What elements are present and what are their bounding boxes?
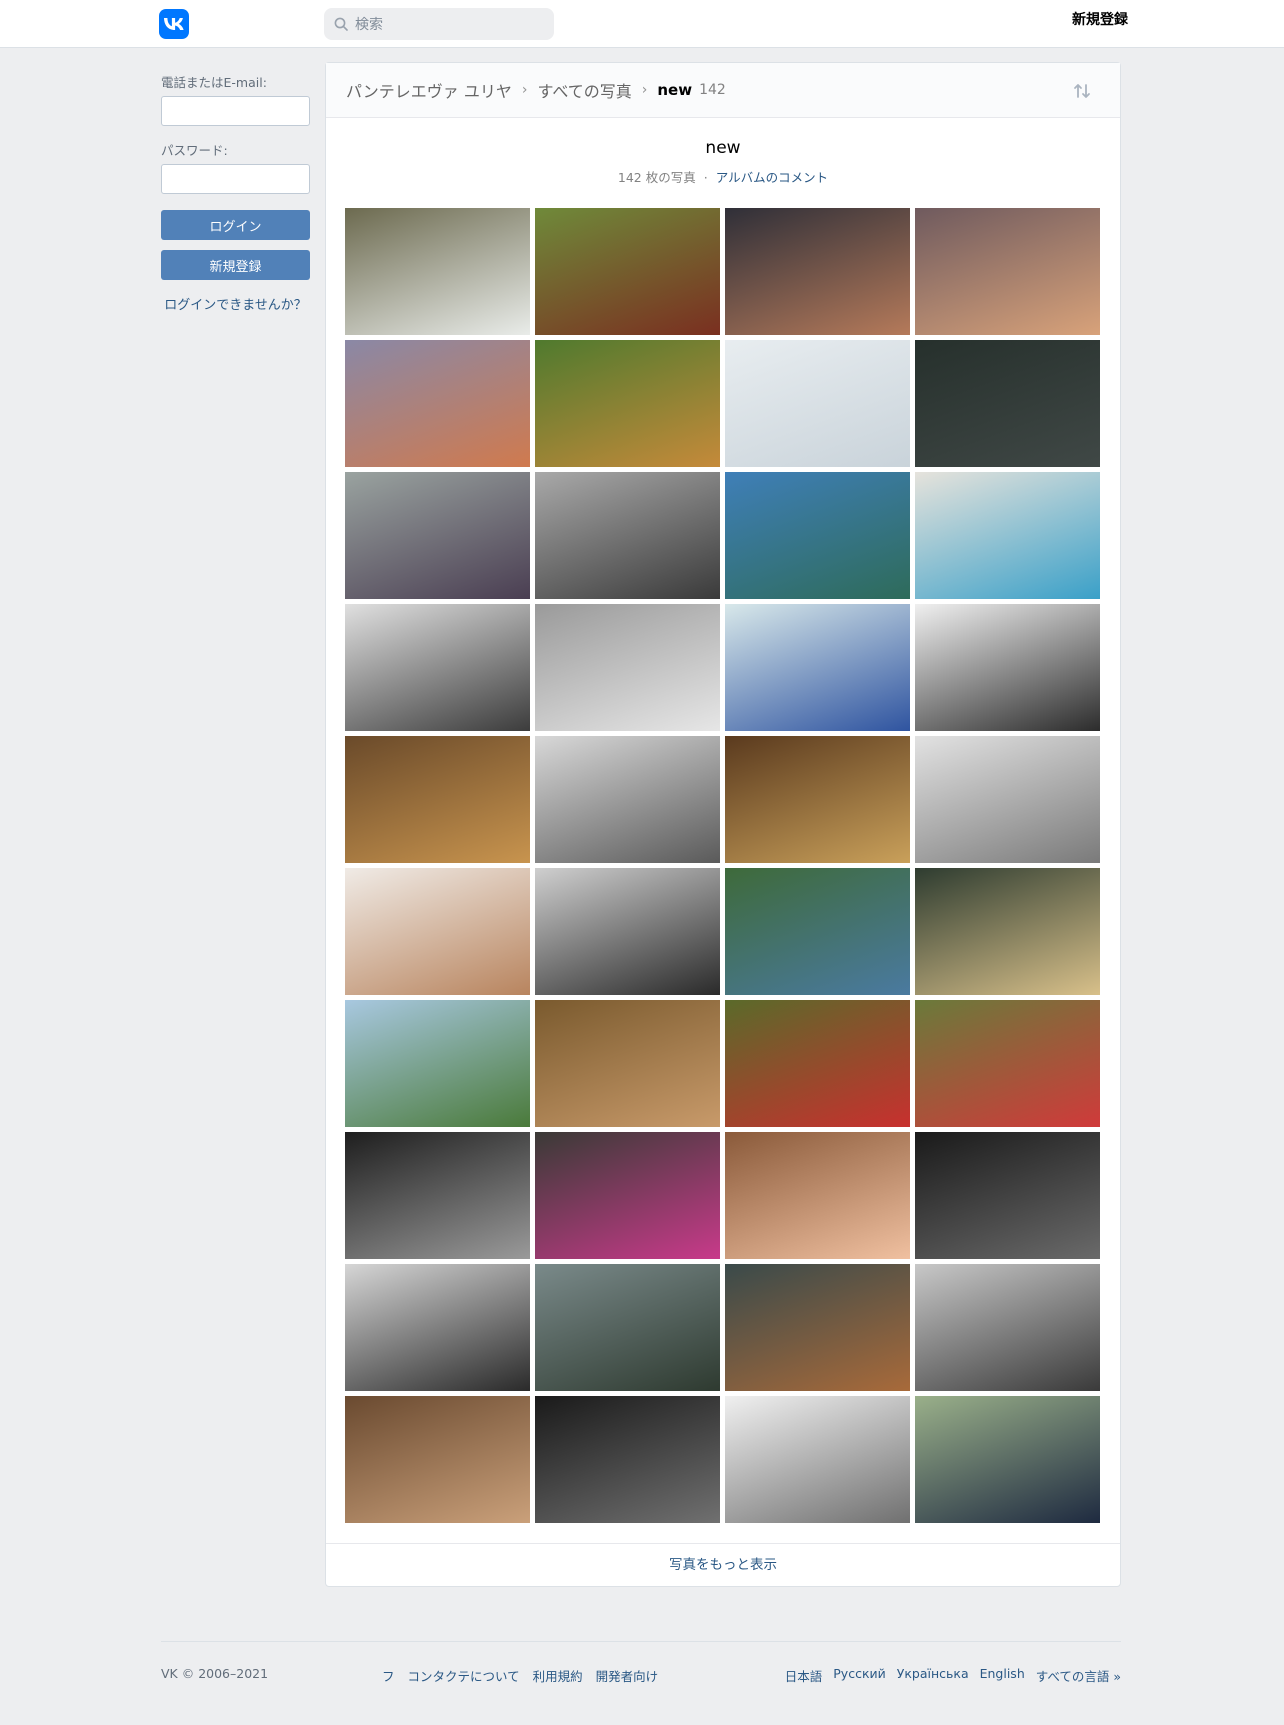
photo-thumbnail[interactable]	[915, 1000, 1100, 1127]
photo-thumbnail[interactable]	[345, 1000, 530, 1127]
signup-button[interactable]: 新規登録	[161, 250, 310, 280]
photo-grid	[345, 208, 1102, 1523]
vk-logo-icon[interactable]	[159, 9, 189, 39]
footer-link[interactable]: フ	[382, 1666, 395, 1685]
photo-thumbnail[interactable]	[915, 1264, 1100, 1391]
search-icon	[334, 17, 348, 31]
breadcrumb: パンテレエヴァ ユリヤ › すべての写真 › new 142	[326, 63, 1120, 118]
chevron-right-icon: ›	[641, 82, 648, 98]
photo-thumbnail[interactable]	[345, 208, 530, 335]
photo-thumbnail[interactable]	[535, 736, 720, 863]
show-more-photos-link[interactable]: 写真をもっと表示	[326, 1543, 1120, 1586]
footer: VK © 2006–2021 フ コンタクテについて 利用規約 開発者向け 日本…	[161, 1666, 1121, 1688]
phone-label: 電話またはE-mail:	[161, 75, 267, 90]
photo-thumbnail[interactable]	[725, 340, 910, 467]
photo-thumbnail[interactable]	[915, 736, 1100, 863]
photo-thumbnail[interactable]	[725, 1000, 910, 1127]
phone-email-field[interactable]	[161, 96, 310, 126]
photo-thumbnail[interactable]	[915, 472, 1100, 599]
photo-thumbnail[interactable]	[535, 472, 720, 599]
album-title: new	[705, 138, 741, 158]
top-bar: 検索 新規登録	[0, 0, 1284, 48]
login-button[interactable]: ログイン	[161, 210, 310, 240]
footer-link-developers[interactable]: 開発者向け	[596, 1666, 659, 1685]
meta-separator: ·	[703, 170, 708, 185]
footer-link-terms[interactable]: 利用規約	[533, 1666, 583, 1685]
breadcrumb-user[interactable]: パンテレエヴァ ユリヤ	[346, 78, 512, 102]
photo-thumbnail[interactable]	[915, 1132, 1100, 1259]
footer-copyright: VK © 2006–2021	[161, 1666, 269, 1681]
photo-thumbnail[interactable]	[535, 1396, 720, 1523]
search-placeholder: 検索	[355, 17, 383, 33]
photo-thumbnail[interactable]	[345, 736, 530, 863]
photo-thumbnail[interactable]	[915, 604, 1100, 731]
breadcrumb-count: 142	[699, 82, 726, 98]
photo-thumbnail[interactable]	[725, 1396, 910, 1523]
photo-thumbnail[interactable]	[345, 1396, 530, 1523]
photo-thumbnail[interactable]	[345, 1132, 530, 1259]
forgot-login-link[interactable]: ログインできませんか？	[161, 294, 310, 313]
album-card: パンテレエヴァ ユリヤ › すべての写真 › new 142 new 142 枚…	[325, 62, 1121, 1587]
photo-thumbnail[interactable]	[915, 208, 1100, 335]
password-label: パスワード:	[161, 143, 228, 158]
sort-icon[interactable]	[1072, 81, 1092, 101]
album-meta: 142 枚の写真 · アルバムのコメント	[326, 167, 1120, 186]
photo-thumbnail[interactable]	[915, 868, 1100, 995]
footer-link-about[interactable]: コンタクテについて	[408, 1666, 520, 1685]
photo-thumbnail[interactable]	[915, 1396, 1100, 1523]
photo-thumbnail[interactable]	[535, 340, 720, 467]
photo-thumbnail[interactable]	[535, 868, 720, 995]
photo-thumbnail[interactable]	[725, 208, 910, 335]
photo-thumbnail[interactable]	[535, 604, 720, 731]
photo-thumbnail[interactable]	[345, 868, 530, 995]
photo-thumbnail[interactable]	[535, 1264, 720, 1391]
breadcrumb-album: new	[657, 81, 693, 99]
photo-thumbnail[interactable]	[725, 736, 910, 863]
lang-english[interactable]: English	[980, 1666, 1025, 1685]
photo-thumbnail[interactable]	[725, 604, 910, 731]
album-comments-link[interactable]: アルバムのコメント	[716, 170, 828, 185]
photo-thumbnail[interactable]	[345, 604, 530, 731]
signup-link-top[interactable]: 新規登録	[1030, 0, 1170, 41]
photo-thumbnail[interactable]	[915, 340, 1100, 467]
lang-japanese[interactable]: 日本語	[785, 1666, 823, 1685]
footer-divider	[161, 1641, 1121, 1642]
photo-thumbnail[interactable]	[535, 208, 720, 335]
photo-thumbnail[interactable]	[725, 472, 910, 599]
login-sidebar: 電話またはE-mail: パスワード: ログイン 新規登録 ログインできませんか…	[161, 72, 310, 313]
lang-all[interactable]: すべての言語 »	[1036, 1666, 1121, 1685]
lang-russian[interactable]: Русский	[833, 1666, 885, 1685]
photo-thumbnail[interactable]	[345, 472, 530, 599]
photo-thumbnail[interactable]	[345, 340, 530, 467]
vk-glyph-icon	[164, 18, 184, 30]
footer-links: フ コンタクテについて 利用規約 開発者向け	[382, 1666, 658, 1685]
photo-count: 142 枚の写真	[617, 170, 696, 185]
photo-thumbnail[interactable]	[725, 1264, 910, 1391]
photo-thumbnail[interactable]	[725, 1132, 910, 1259]
photo-thumbnail[interactable]	[535, 1132, 720, 1259]
breadcrumb-all-photos[interactable]: すべての写真	[538, 78, 632, 102]
photo-thumbnail[interactable]	[725, 868, 910, 995]
photo-thumbnail[interactable]	[535, 1000, 720, 1127]
password-field[interactable]	[161, 164, 310, 194]
lang-ukrainian[interactable]: Українська	[897, 1666, 969, 1685]
search-input[interactable]: 検索	[324, 8, 554, 40]
photo-thumbnail[interactable]	[345, 1264, 530, 1391]
footer-languages: 日本語 Русский Українська English すべての言語 »	[785, 1666, 1121, 1685]
chevron-right-icon: ›	[521, 82, 528, 98]
